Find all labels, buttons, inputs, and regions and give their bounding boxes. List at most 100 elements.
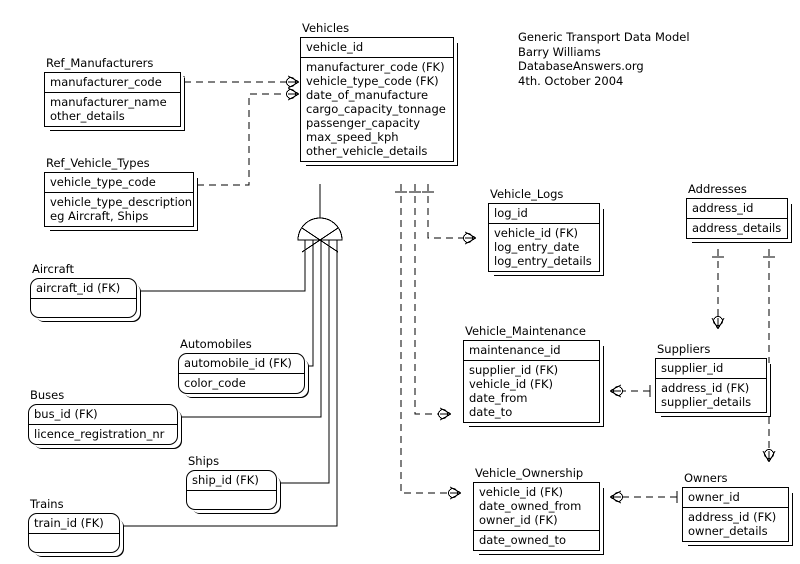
entity-title: Ref_Vehicle_Types: [46, 156, 150, 170]
attribute-section: supplier_id (FK) vehicle_id (FK) date_fr…: [464, 361, 599, 422]
field: log_id: [494, 206, 528, 220]
rel-addresses-suppliers: [711, 249, 725, 330]
field: ship_id (FK): [192, 473, 259, 487]
attribute-section: licence_registration_nr: [29, 425, 177, 444]
rel-manufacturers-vehicles: [183, 75, 300, 89]
entity-vehicle-maintenance[interactable]: Vehicle_Maintenance maintenance_id suppl…: [463, 325, 600, 423]
entity-box: bus_id (FK) licence_registration_nr: [28, 404, 178, 445]
field: date_from: [469, 391, 528, 405]
entity-ships[interactable]: Ships ship_id (FK): [186, 455, 277, 510]
rel-owners-vehicleownership: [609, 490, 678, 504]
entity-title: Ships: [188, 454, 220, 468]
primary-key-section: automobile_id (FK): [179, 354, 304, 374]
entity-title: Addresses: [688, 182, 747, 196]
field: vehicle_type_code: [50, 175, 156, 189]
attribute-section: vehicle_id (FK) log_entry_date log_entry…: [489, 224, 599, 271]
field: other_vehicle_details: [306, 144, 428, 158]
field: address_id (FK): [688, 510, 777, 524]
field: vehicle_id: [306, 40, 364, 54]
field: vehicle_id (FK): [479, 485, 563, 499]
diagram-author: Barry Williams: [518, 44, 601, 59]
field: address_id: [692, 201, 754, 215]
primary-key-section: log_id: [489, 204, 599, 224]
field: supplier_id: [661, 361, 724, 375]
entity-title: Automobiles: [180, 337, 252, 351]
entity-ref-manufacturers[interactable]: Ref_Manufacturers manufacturer_code manu…: [44, 57, 181, 127]
field: other_details: [50, 109, 125, 123]
entity-vehicle-logs[interactable]: Vehicle_Logs log_id vehicle_id (FK) log_…: [488, 188, 600, 272]
entity-box: supplier_id address_id (FK) supplier_det…: [655, 358, 767, 413]
rel-addresses-owners: [762, 249, 776, 463]
entity-box: vehicle_id manufacturer_code (FK) vehicl…: [300, 37, 454, 162]
entity-title: Vehicle_Logs: [490, 187, 564, 201]
entity-box: train_id (FK): [28, 513, 120, 553]
diagram-date: 4th. October 2004: [518, 73, 624, 88]
attribute-section: [187, 491, 276, 509]
primary-key-section: aircraft_id (FK): [31, 279, 136, 299]
field: licence_registration_nr: [34, 427, 165, 441]
field: maintenance_id: [469, 343, 561, 357]
diagram-source: DatabaseAnswers.org: [518, 59, 644, 73]
primary-key-section: train_id (FK): [29, 514, 119, 534]
primary-key-section: ship_id (FK): [187, 471, 276, 491]
field: date_of_manufacture: [306, 88, 429, 102]
attribute-section: [31, 299, 136, 317]
attribute-section: [29, 534, 119, 552]
field: date_to: [469, 405, 513, 419]
primary-key-section: owner_id: [683, 488, 788, 508]
primary-key-section: vehicle_type_code: [45, 173, 193, 193]
field: supplier_id (FK): [469, 363, 559, 377]
entity-suppliers[interactable]: Suppliers supplier_id address_id (FK) su…: [655, 343, 767, 413]
field: owner_id (FK): [479, 513, 558, 527]
field: aircraft_id (FK): [36, 281, 121, 295]
field: date_owned_from: [479, 499, 582, 513]
entity-box: aircraft_id (FK): [30, 278, 137, 318]
er-diagram-canvas: Ref_Manufacturers manufacturer_code manu…: [0, 0, 800, 564]
entity-box: address_id address_details: [686, 198, 788, 239]
primary-key-section: address_id: [687, 199, 787, 219]
field: manufacturer_code (FK): [306, 60, 445, 74]
entity-title: Ref_Manufacturers: [46, 56, 154, 70]
rel-vehicletypes-vehicles: [196, 87, 300, 191]
entity-trains[interactable]: Trains train_id (FK): [28, 498, 120, 553]
entity-title: Suppliers: [657, 342, 711, 356]
field: log_entry_details: [494, 254, 592, 268]
attribute-section: address_id (FK) owner_details: [683, 508, 788, 541]
entity-box: manufacturer_code manufacturer_name othe…: [44, 72, 181, 127]
entity-box: vehicle_type_code vehicle_type_descripti…: [44, 172, 194, 227]
entity-vehicles[interactable]: Vehicles vehicle_id manufacturer_code (F…: [300, 22, 454, 162]
field: address_details: [692, 221, 782, 235]
field: color_code: [184, 376, 246, 390]
field: eg Aircraft, Ships: [50, 209, 149, 223]
entity-automobiles[interactable]: Automobiles automobile_id (FK) color_cod…: [178, 338, 305, 394]
field: manufacturer_name: [50, 95, 167, 109]
entity-title: Trains: [30, 497, 64, 511]
field: automobile_id (FK): [184, 356, 292, 370]
entity-ref-vehicle-types[interactable]: Ref_Vehicle_Types vehicle_type_code vehi…: [44, 157, 194, 227]
field: manufacturer_code: [50, 75, 162, 89]
field: supplier_details: [661, 395, 752, 409]
entity-box: automobile_id (FK) color_code: [178, 353, 305, 394]
entity-title: Owners: [684, 471, 728, 485]
diagram-title: Generic Transport Data Model: [518, 30, 690, 44]
entity-title: Vehicle_Ownership: [475, 466, 584, 480]
attribute-section: manufacturer_name other_details: [45, 93, 180, 126]
entity-box: ship_id (FK): [186, 470, 277, 510]
entity-box: vehicle_id (FK) date_owned_from owner_id…: [473, 482, 600, 551]
field: vehicle_id (FK): [494, 226, 578, 240]
field: owner_id: [688, 490, 740, 504]
entity-aircraft[interactable]: Aircraft aircraft_id (FK): [30, 263, 137, 318]
entity-title: Aircraft: [32, 262, 74, 276]
entity-vehicle-ownership[interactable]: Vehicle_Ownership vehicle_id (FK) date_o…: [473, 467, 600, 551]
primary-key-section: vehicle_id (FK) date_owned_from owner_id…: [474, 483, 599, 531]
attribute-section: vehicle_type_description eg Aircraft, Sh…: [45, 193, 193, 226]
entity-addresses[interactable]: Addresses address_id address_details: [686, 183, 788, 239]
field: max_speed_kph: [306, 130, 399, 144]
entity-owners[interactable]: Owners owner_id address_id (FK) owner_de…: [682, 472, 789, 542]
primary-key-section: maintenance_id: [464, 341, 599, 361]
field: bus_id (FK): [34, 407, 98, 421]
entity-buses[interactable]: Buses bus_id (FK) licence_registration_n…: [28, 389, 178, 445]
attribute-section: color_code: [179, 374, 304, 393]
entity-box: owner_id address_id (FK) owner_details: [682, 487, 789, 542]
diagram-title-block: Generic Transport Data Model Barry Willi…: [518, 30, 690, 88]
